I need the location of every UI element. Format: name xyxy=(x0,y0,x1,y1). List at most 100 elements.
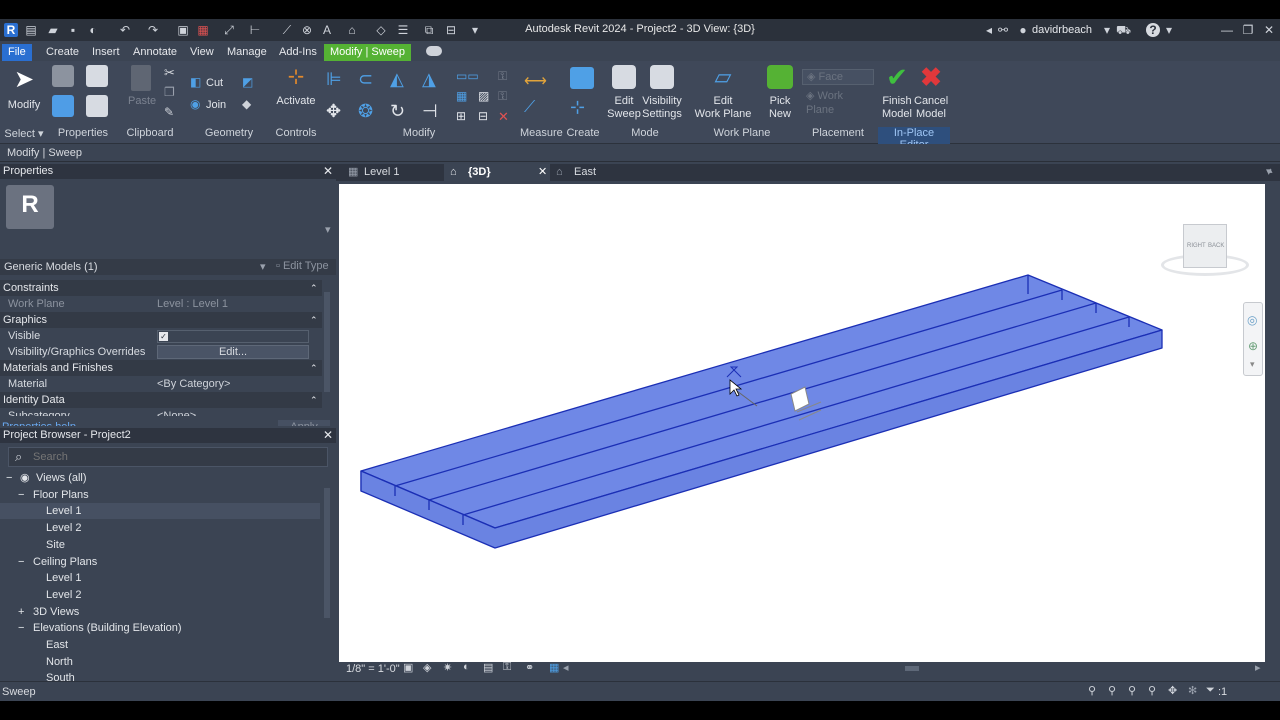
collapse-icon[interactable]: ⌃ xyxy=(310,392,318,408)
browser-scrollbar[interactable] xyxy=(324,488,330,618)
collapse-icon[interactable]: ⌃ xyxy=(310,280,318,296)
collapse-icon[interactable]: ⌃ xyxy=(310,360,318,376)
tab-addins[interactable]: Add-Ins xyxy=(273,44,323,61)
background-process-icon[interactable]: ✻ xyxy=(1188,684,1197,697)
sweep-model[interactable] xyxy=(360,274,1163,549)
close-icon[interactable]: ✕ xyxy=(1262,23,1276,37)
select-dropdown-icon[interactable]: ▾ xyxy=(38,128,44,140)
paint-icon[interactable]: ◆ xyxy=(242,97,251,111)
shadows-icon[interactable]: ◐ xyxy=(463,661,470,673)
type-properties-icon[interactable] xyxy=(52,65,74,87)
tree-item[interactable]: Level 1 xyxy=(0,570,320,586)
select-underlay-icon[interactable]: ⚲ xyxy=(1108,684,1116,697)
trim-icon[interactable]: ⊣ xyxy=(422,101,438,122)
binoculars-icon[interactable]: ⚯ xyxy=(996,23,1010,37)
tab-view[interactable]: View xyxy=(184,44,220,61)
view-cube-back-face[interactable]: BACK xyxy=(1208,243,1224,249)
category-identity-data[interactable]: Identity Data ⌃ xyxy=(0,392,322,408)
3d-viewport[interactable]: RIGHT BACK ◎ ⊕ ▾ xyxy=(339,184,1265,662)
view-cube-right-face[interactable]: RIGHT xyxy=(1187,243,1206,249)
edit-type-button[interactable]: ▫ Edit Type xyxy=(276,260,329,272)
tab-annotate[interactable]: Annotate xyxy=(127,44,183,61)
select-by-face-icon[interactable]: ⚲ xyxy=(1148,684,1156,697)
visual-style-icon[interactable]: ◈ xyxy=(423,661,431,674)
property-row[interactable]: Visible ✓ xyxy=(0,328,322,344)
pick-new-button[interactable]: Pick New xyxy=(764,65,796,125)
viewport-vscroll[interactable] xyxy=(1266,184,1278,662)
join-geometry-icon[interactable]: ◉ xyxy=(190,97,200,111)
pin-icon[interactable]: ▨ xyxy=(478,89,489,103)
tree-item[interactable]: − ◉ Views (all) xyxy=(0,470,320,486)
view-tab-east[interactable]: ⌂ East xyxy=(550,164,654,181)
scroll-right-icon[interactable]: ▸ xyxy=(1255,661,1261,674)
category-constraints[interactable]: Constraints ⌃ xyxy=(0,280,322,296)
tab-file[interactable]: File xyxy=(2,44,32,61)
tab-insert[interactable]: Insert xyxy=(86,44,126,61)
panel-toggle-icon[interactable] xyxy=(426,46,442,56)
search-input[interactable] xyxy=(33,450,313,464)
dimension-tool-icon[interactable]: ⟋ xyxy=(524,99,535,117)
view-scale[interactable]: 1/8" = 1'-0" xyxy=(346,663,400,675)
scroll-left-icon[interactable]: ◂ xyxy=(563,661,569,674)
array-icon[interactable]: ▦ xyxy=(456,89,467,103)
view-cube[interactable]: RIGHT BACK xyxy=(1161,224,1249,278)
tab-create[interactable]: Create xyxy=(40,44,85,61)
chevron-down-icon[interactable]: ▾ xyxy=(1100,23,1114,37)
minimize-icon[interactable]: — xyxy=(1220,23,1234,37)
finish-model-button[interactable]: ✔ Finish Model xyxy=(880,64,914,125)
tree-item[interactable]: +3D Views xyxy=(0,604,320,620)
tree-item[interactable]: Level 2 xyxy=(0,587,320,603)
paste-button[interactable]: Paste xyxy=(128,65,156,125)
mirror-axis-icon[interactable]: ◭ xyxy=(390,69,404,90)
type-selector[interactable]: Generic Models (1) ▾ ▫ Edit Type xyxy=(0,259,336,275)
tree-item[interactable]: Level 1 xyxy=(0,503,320,520)
collapse-icon[interactable]: ⌃ xyxy=(310,312,318,328)
restore-icon[interactable]: ❐ xyxy=(1241,23,1255,37)
collapse-icon[interactable]: − xyxy=(6,470,12,486)
nav-dropdown-icon[interactable]: ▾ xyxy=(1250,359,1255,370)
user-icon[interactable]: ● xyxy=(1016,23,1030,37)
tree-item[interactable]: − Floor Plans xyxy=(0,487,320,503)
user-name[interactable]: davidrbeach xyxy=(1032,24,1092,36)
tree-item[interactable]: Level 2 xyxy=(0,520,320,536)
collapse-icon[interactable]: − xyxy=(18,487,24,503)
filter-icon[interactable]: ⏷ xyxy=(1206,684,1215,697)
property-row[interactable]: Work Plane Level : Level 1 xyxy=(0,296,322,312)
select-pinned-icon[interactable]: ⚲ xyxy=(1128,684,1136,697)
rotate-icon[interactable]: ↻ xyxy=(390,101,405,122)
type-dropdown-icon[interactable]: ▾ xyxy=(260,260,266,273)
steering-wheel-icon[interactable]: ◎ xyxy=(1247,313,1257,327)
scroll-up-icon[interactable]: ▴ xyxy=(1268,165,1273,176)
help-icon[interactable]: ? xyxy=(1146,23,1160,37)
create-group-icon[interactable]: ⊹ xyxy=(570,97,585,118)
zoom-icon[interactable]: ⊕ xyxy=(1248,339,1258,353)
lock-3d-icon[interactable]: ⚿ xyxy=(503,661,511,674)
properties-icon[interactable] xyxy=(52,95,74,117)
view-tab-level-1[interactable]: ▦ Level 1 xyxy=(340,164,444,181)
view-tab-3d[interactable]: ⌂ {3D} ✕ xyxy=(444,164,550,181)
copy-element-icon[interactable]: ❂ xyxy=(358,101,373,122)
delete-icon[interactable]: ✕ xyxy=(498,109,509,125)
scale-icon[interactable]: ⊞ xyxy=(456,109,466,123)
detail-level-icon[interactable]: ▣ xyxy=(403,661,413,674)
family-category-icon[interactable] xyxy=(86,95,108,117)
render-icon[interactable]: ▤ xyxy=(483,661,493,674)
offset-icon[interactable]: ⊂ xyxy=(358,69,373,90)
select-links-icon[interactable]: ⚲ xyxy=(1088,684,1096,697)
tab-manage[interactable]: Manage xyxy=(221,44,273,61)
reveal-hidden-icon[interactable]: ▦ xyxy=(549,661,559,674)
sun-path-icon[interactable]: ✷ xyxy=(443,661,452,674)
category-materials[interactable]: Materials and Finishes ⌃ xyxy=(0,360,322,376)
activate-button[interactable]: ⊹ Activate xyxy=(276,65,316,125)
join-label[interactable]: Join xyxy=(206,99,226,111)
cut-scissors-icon[interactable]: ✂ xyxy=(164,65,175,81)
create-similar-icon[interactable] xyxy=(570,67,594,89)
family-types-icon[interactable] xyxy=(86,65,108,87)
cut-geometry-icon[interactable]: ◧ xyxy=(190,75,201,89)
unpin-icon[interactable]: ⊟ xyxy=(478,109,488,123)
properties-scrollbar[interactable] xyxy=(324,292,330,392)
visible-checkbox[interactable]: ✓ xyxy=(159,332,168,341)
tree-item[interactable]: − Elevations (Building Elevation) xyxy=(0,620,320,636)
visibility-settings-button[interactable]: Visibility Settings xyxy=(638,65,686,125)
panel-select[interactable]: Select ▾ xyxy=(0,127,48,140)
